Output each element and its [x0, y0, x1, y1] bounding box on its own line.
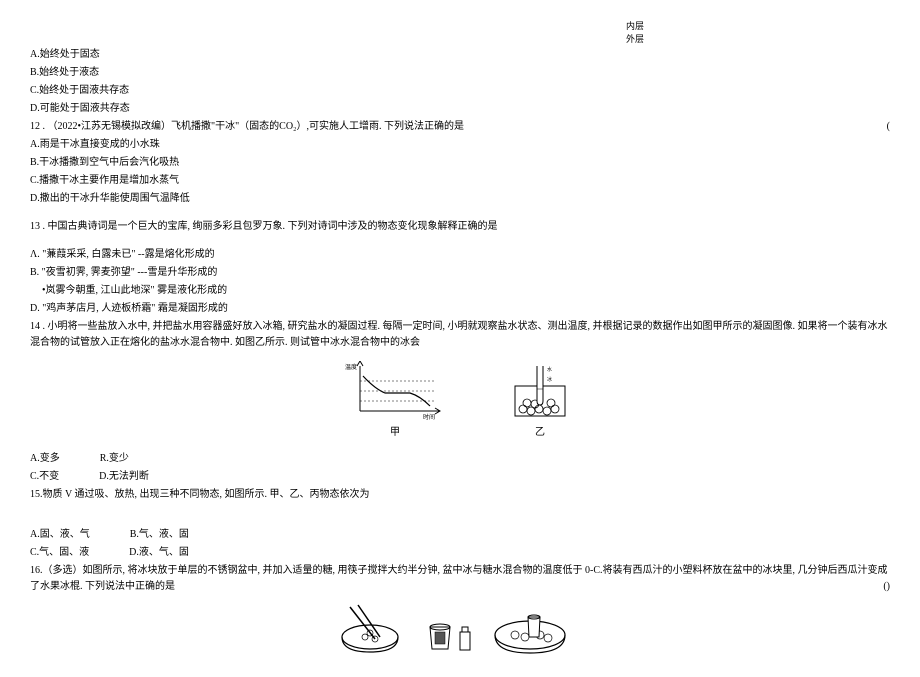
q12-stem-text: 12 . （2022•江苏无锡模拟改编）飞机播撒"干冰"（固态的CO₂）,可实施… — [30, 121, 464, 132]
q16-figure — [330, 597, 590, 657]
q11-option-a: A.始终处于固态 — [30, 47, 890, 63]
q16-paren: () — [883, 579, 890, 595]
q16-stem-text: 16.（多选）如图所示, 将冰块放于单层的不锈钢盆中, 并加入适量的糖, 用筷子… — [30, 565, 888, 592]
q14-option-b: R.变少 — [100, 451, 129, 467]
q12-paren: ( — [887, 119, 890, 135]
fig-label-jia: 甲 — [390, 425, 400, 441]
q11-option-c: C.始终处于固液共存态 — [30, 83, 890, 99]
q12-option-c: C.播撒干冰主要作用是增加水蒸气 — [30, 173, 890, 189]
q11-option-b: B.始终处于液态 — [30, 65, 890, 81]
q14-figure: 温度 时间 甲 水 冰 乙 — [30, 361, 890, 441]
q15-option-c: C.气、固、液 — [30, 545, 89, 561]
q16-stem: 16.（多选）如图所示, 将冰块放于单层的不锈钢盆中, 并加入适量的糖, 用筷子… — [30, 563, 890, 595]
chart-jia: 温度 时间 — [345, 361, 445, 421]
q15-option-a: A.固、液、气 — [30, 527, 90, 543]
q14-stem: 14 . 小明将一些盐放入水中, 并把盐水用容器盛好放入冰箱, 研究盐水的凝固过… — [30, 319, 890, 351]
q13-option-b: B. "夜雪初霁, 霁麦弥望" ---雪是升华形成的 — [30, 265, 890, 281]
tube-yi: 水 冰 — [505, 361, 575, 421]
q14-option-c: C.不变 — [30, 469, 59, 485]
fig-label-yi: 乙 — [535, 425, 545, 441]
label-outer-layer: 外层 — [380, 33, 890, 46]
q13-option-d: D. "鸡声茅店月, 人迹板桥霜" 霜是凝固形成的 — [30, 301, 890, 317]
q13-option-a: Λ. "蒹葭采采, 白露未已" --露是熔化形成的 — [30, 247, 890, 263]
q12-stem: 12 . （2022•江苏无锡模拟改编）飞机播撒"干冰"（固态的CO₂）,可实施… — [30, 119, 890, 135]
q11-option-d: D.可能处于固液共存态 — [30, 101, 890, 117]
q12-option-a: A.雨是干冰直接变成的小水珠 — [30, 137, 890, 153]
q12-option-d: D.撒出的干冰升华能使周围气温降低 — [30, 191, 890, 207]
q14-option-d: D.无法判断 — [99, 469, 149, 485]
chart-ylabel: 温度 — [345, 363, 357, 371]
tube-label-top: 水 — [547, 366, 552, 373]
q15-option-d: D.液、气、固 — [129, 545, 189, 561]
tube-label-side: 冰 — [547, 376, 552, 383]
label-inner-layer: 内层 — [380, 20, 890, 33]
q15-option-b: B.气、液、固 — [130, 527, 189, 543]
chart-xlabel: 时间 — [423, 413, 435, 421]
q13-option-b2: •岚雾今朝重, 江山此地深" 雾是液化形成的 — [42, 283, 890, 299]
q15-stem: 15.物质 V 通过吸、放热, 出现三种不同物态, 如图所示. 甲、乙、丙物态依… — [30, 487, 890, 503]
q12-option-b: B.干冰播撒到空气中后会汽化吸热 — [30, 155, 890, 171]
q14-option-a: A.变多 — [30, 451, 60, 467]
q13-stem: 13 . 中国古典诗词是一个巨大的宝库, 绚丽多彩且包罗万象. 下列对诗词中涉及… — [30, 219, 890, 235]
